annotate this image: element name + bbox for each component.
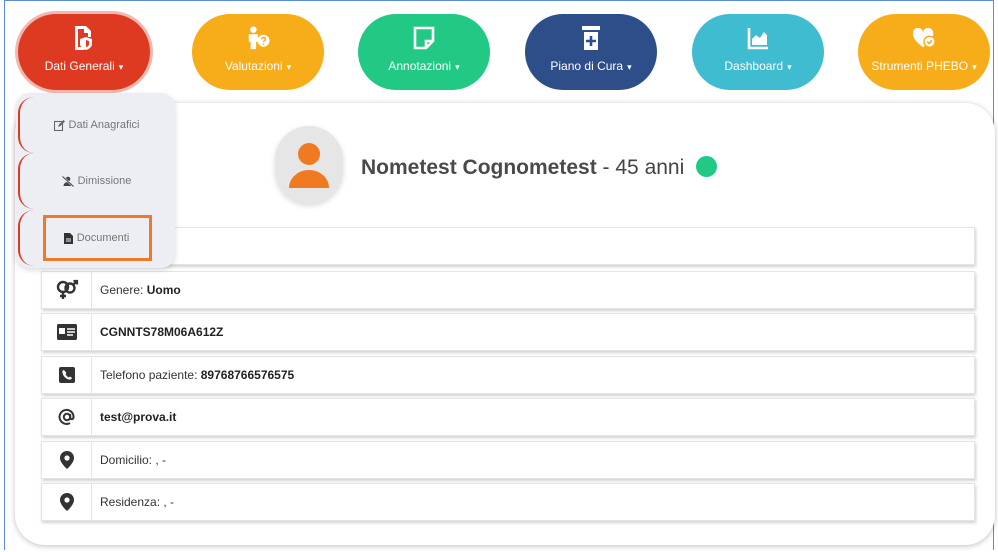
user-slash-icon: [61, 175, 74, 187]
row-icon-cell: [42, 272, 92, 308]
medicine-bottle-icon: [582, 26, 600, 50]
telefono-value: 89768766576575: [200, 368, 295, 382]
menu-item-dimissione[interactable]: Dimissione: [18, 153, 173, 209]
menu-item-documenti[interactable]: Documenti: [18, 210, 173, 266]
user-icon: [289, 143, 329, 188]
at-sign-icon: [58, 408, 75, 425]
table-row-residenza: Residenza: , -: [41, 483, 975, 521]
chevron-down-icon: ▾: [118, 62, 124, 72]
nav-valutazioni-label: Valutazioni: [224, 59, 283, 73]
email-value: test@prova.it: [100, 410, 177, 424]
nav-annotazioni-label: Annotazioni: [388, 59, 452, 73]
residenza-text: Residenza: , -: [100, 495, 175, 509]
nav-piano-di-cura-label: Piano di Cura: [550, 59, 624, 73]
menu-item-label: Dimissione: [77, 175, 132, 187]
avatar: [275, 126, 343, 204]
nav-strumenti-phebo-button[interactable]: Strumenti PHEBO ▾: [858, 14, 990, 90]
genere-value: Uomo: [146, 283, 181, 297]
row-icon-cell: [42, 357, 92, 393]
nav-annotazioni-button[interactable]: Annotazioni ▾: [358, 14, 490, 90]
table-row-codice-fiscale: CGNNTS78M06A612Z: [41, 313, 975, 351]
table-row-documenti-placeholder: [41, 227, 975, 265]
genere-label: Genere:: [100, 283, 147, 297]
chevron-down-icon: ▾: [787, 62, 792, 72]
id-card-icon: [56, 324, 77, 340]
area-chart-icon: [747, 28, 768, 50]
dati-generali-dropdown: Dati Anagrafici Dimissione Documenti: [16, 93, 175, 268]
sticky-note-icon: [413, 26, 435, 50]
menu-item-label: Dati Anagrafici: [68, 119, 140, 131]
nav-strumenti-phebo-label: Strumenti PHEBO: [871, 59, 969, 73]
email-text: test@prova.it: [100, 410, 176, 424]
patient-name: Nometest Cognometest: [361, 156, 597, 179]
file-icon: [63, 232, 73, 244]
status-indicator: [696, 156, 718, 177]
menu-item-label: Documenti: [76, 232, 130, 244]
chevron-down-icon: ▾: [286, 62, 292, 72]
row-icon-cell: [42, 399, 92, 435]
row-icon-cell: [42, 484, 92, 520]
chevron-down-icon: ▾: [627, 62, 632, 72]
codice-fiscale-text: CGNNTS78M06A612Z: [100, 325, 223, 339]
nav-piano-di-cura-button[interactable]: Piano di Cura ▾: [525, 14, 657, 90]
gender-icon: [56, 279, 78, 299]
person-question-icon: [248, 26, 270, 50]
table-row-email: test@prova.it: [41, 398, 975, 436]
map-marker-icon: [59, 451, 74, 469]
row-icon-cell: [42, 314, 92, 350]
row-icon-cell: [42, 442, 92, 478]
telefono-label: Telefono paziente:: [100, 368, 201, 382]
codice-fiscale-value: CGNNTS78M06A612Z: [100, 325, 224, 339]
nav-dashboard-button[interactable]: Dashboard ▾: [692, 14, 824, 90]
heart-check-icon: [912, 27, 936, 48]
map-marker-icon: [59, 493, 74, 511]
genere-text: Genere: Uomo: [100, 283, 181, 297]
table-row-genere: Genere: Uomo: [41, 271, 975, 309]
nav-dashboard-label: Dashboard: [724, 59, 784, 73]
nav-dati-generali-button[interactable]: Dati Generali ▾: [18, 14, 150, 90]
chevron-down-icon: ▾: [972, 62, 977, 72]
nav-valutazioni-button[interactable]: Valutazioni ▾: [192, 14, 324, 90]
domicilio-text: Domicilio: , -: [100, 453, 167, 467]
telefono-text: Telefono paziente: 89768766576575: [100, 368, 294, 382]
table-row-telefono: Telefono paziente: 89768766576575: [41, 356, 975, 394]
phone-icon: [58, 367, 75, 383]
table-row-domicilio: Domicilio: , -: [41, 441, 975, 479]
menu-item-dati-anagrafici[interactable]: Dati Anagrafici: [18, 97, 173, 153]
edit-icon: [53, 119, 65, 131]
nav-dati-generali-label: Dati Generali: [44, 59, 115, 73]
chevron-down-icon: ▾: [455, 62, 460, 72]
document-shield-icon: [75, 26, 92, 50]
patient-title: Nometest Cognometest - 45 anni: [361, 156, 718, 180]
patient-age: - 45 anni: [602, 156, 685, 179]
